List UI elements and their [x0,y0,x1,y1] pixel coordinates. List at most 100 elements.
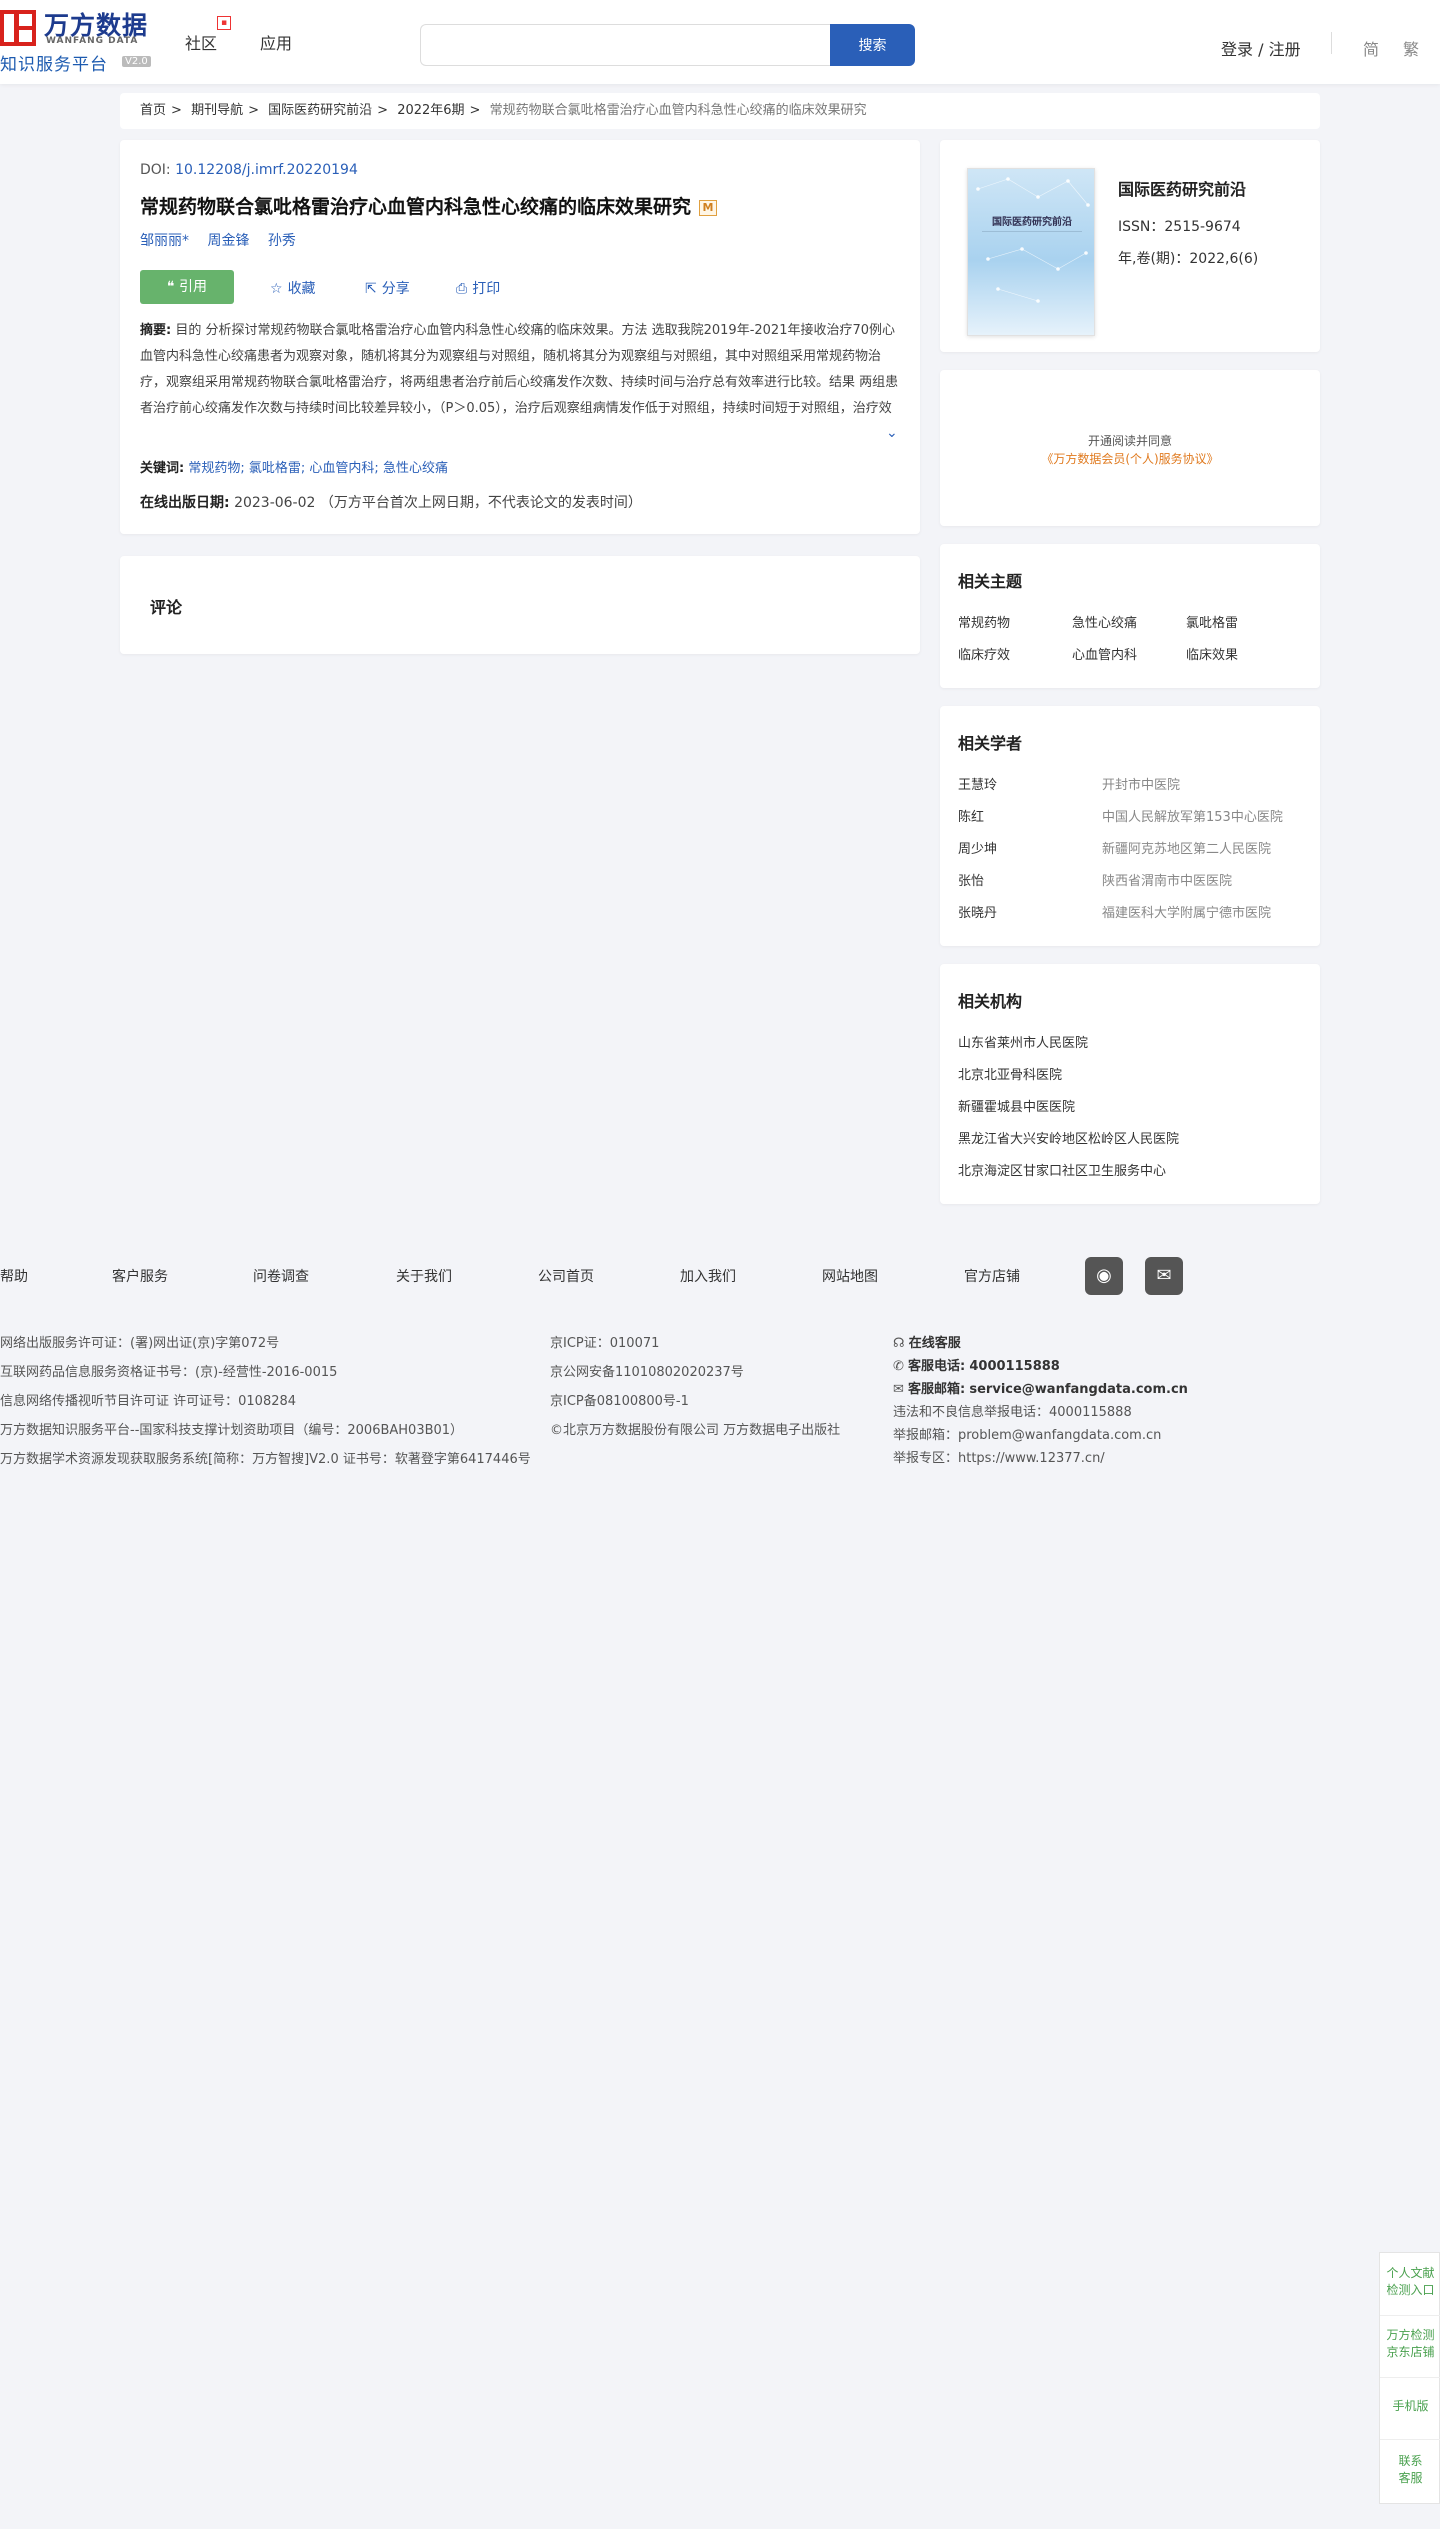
topic-link[interactable]: 临床效果 [1186,644,1238,663]
print-button[interactable]: ⎙ 打印 [456,278,500,298]
keyword-link[interactable]: 氯吡格雷 [249,461,301,476]
jd-shop-link[interactable]: 万方检测 京东店铺 [1380,2327,1440,2361]
footer-survey-link[interactable]: 问卷调查 [253,1266,309,1286]
star-icon: ☆ [270,281,283,297]
online-service-link[interactable]: ☊ 在线客服 [893,1332,961,1351]
expand-chevron-icon[interactable]: ⌄ [886,425,898,441]
footer-help-link[interactable]: 帮助 [0,1266,28,1286]
platform-name: 知识服务平台 [0,55,108,75]
footer-copyright: ©北京万方数据股份有限公司 万方数据电子出版社 [550,1423,841,1438]
topic-link[interactable]: 心血管内科 [1072,644,1137,663]
nav-apps[interactable]: 应用 [260,30,292,54]
topic-link[interactable]: 氯吡格雷 [1186,612,1238,631]
top-header: 万方数据 WANFANG DATA 知识服务平台 V2.0 社区 ▪ 应用 搜索… [0,0,1440,84]
search-button[interactable]: 搜索 [830,24,915,66]
login-register-link[interactable]: 登录 / 注册 [1221,36,1301,60]
org-link[interactable]: 山东省莱州市人民医院 [958,1032,1088,1051]
contact-service-link[interactable]: 联系 客服 [1380,2453,1440,2487]
topic-link[interactable]: 临床疗效 [958,644,1010,663]
medline-icon: M [699,199,718,216]
report-email: 举报邮箱：problem@wanfangdata.com.cn [893,1428,1162,1443]
breadcrumb-current: 常规药物联合氯吡格雷治疗心血管内科急性心绞痛的临床效果研究 [489,103,867,118]
side-float-divider [1380,2439,1440,2440]
scholar-org: 开封市中医院 [1102,778,1181,793]
related-topics-card: 相关主题 常规药物 急性心绞痛 氯吡格雷 临床疗效 心血管内科 临床效果 [940,544,1320,688]
org-link[interactable]: 新疆霍城县中医医院 [958,1096,1075,1115]
pubdate-note: （万方平台首次上网日期，不代表论文的发表时间） [319,495,642,511]
journal-volume: 年,卷(期)：2022,6(6) [1118,251,1259,267]
org-link[interactable]: 北京北亚骨科医院 [958,1064,1062,1083]
scholar-name[interactable]: 王慧玲 [958,774,997,793]
related-topics-title: 相关主题 [958,572,1023,591]
breadcrumb-home[interactable]: 首页 [140,103,166,118]
keyword-link[interactable]: 急性心绞痛 [383,461,448,476]
keyword-link[interactable]: 常规药物 [188,461,240,476]
logo-en-text: WANFANG DATA [46,36,139,46]
doi-link[interactable]: 10.12208/j.imrf.20220194 [175,162,358,178]
weibo-icon[interactable]: ◉ [1085,1257,1123,1295]
scholar-name[interactable]: 张晓丹 [958,902,997,921]
personal-check-entry[interactable]: 个人文献 检测入口 [1380,2265,1440,2299]
share-button[interactable]: ⇱ 分享 [365,278,410,298]
side-float-divider [1380,2377,1440,2378]
footer-license: 万方数据知识服务平台--国家科技支撑计划资助项目（编号：2006BAH03B01… [0,1423,464,1438]
topic-link[interactable]: 急性心绞痛 [1072,612,1137,631]
journal-name[interactable]: 国际医药研究前沿 [1118,176,1246,200]
footer-sitemap-link[interactable]: 网站地图 [822,1266,878,1286]
wanfang-logo[interactable]: 万方数据 WANFANG DATA 知识服务平台 V2.0 [0,6,160,75]
footer-shop-link[interactable]: 官方店铺 [964,1266,1020,1286]
footer-about-link[interactable]: 关于我们 [396,1266,452,1286]
cite-label: 引用 [178,279,207,295]
cite-button[interactable]: ❝ 引用 [140,270,234,304]
breadcrumb-issue[interactable]: 2022年6期 [397,103,464,118]
author-link[interactable]: 邹丽丽* [140,233,189,249]
breadcrumb: 首页 > 期刊导航 > 国际医药研究前沿 > 2022年6期 > 常规药物联合氯吡格雷治… [120,93,1320,129]
breadcrumb-journals[interactable]: 期刊导航 [191,103,243,118]
scholar-name[interactable]: 陈红 [958,806,984,825]
keyword-link[interactable]: 心血管内科 [309,461,374,476]
doi-label: DOI: [140,162,171,178]
scholar-name[interactable]: 周少坤 [958,838,997,857]
author-list: 邹丽丽* 周金锋 孙秀 [140,230,310,250]
search-input[interactable] [420,24,830,66]
scholar-name[interactable]: 张怡 [958,870,984,889]
wechat-icon[interactable]: ✉ [1145,1257,1183,1295]
article-title-text: 常规药物联合氯吡格雷治疗心血管内科急性心绞痛的临床效果研究 [140,196,692,218]
footer-customer-service-link[interactable]: 客户服务 [112,1266,168,1286]
report-site[interactable]: 举报专区：https://www.12377.cn/ [893,1447,1105,1466]
related-scholars-title: 相关学者 [958,734,1023,753]
lang-simplified-toggle[interactable]: 简 [1363,36,1379,60]
footer-company-link[interactable]: 公司首页 [538,1266,594,1286]
community-new-icon: ▪ [217,16,231,30]
footer-license: 信息网络传播视听节目许可证 许可证号：0108284 [0,1394,297,1409]
breadcrumb-journal[interactable]: 国际医药研究前沿 [268,103,372,118]
related-scholars-card: 相关学者 王慧玲 开封市中医院 陈红 中国人民解放军第153中心医院 周少坤 新… [940,706,1320,946]
org-link[interactable]: 北京海淀区甘家口社区卫生服务中心 [958,1160,1166,1179]
printer-icon: ⎙ [456,281,468,297]
journal-card: 国际医药研究前沿 国际医药研究前沿 ISSN：2515-9674 年,卷(期)：… [940,140,1320,352]
scholar-org: 福建医科大学附属宁德市医院 [1102,906,1272,921]
scholar-org: 陕西省渭南市中医医院 [1102,874,1233,889]
nav-community[interactable]: 社区 [185,30,217,54]
favorite-button[interactable]: ☆ 收藏 [270,278,316,298]
favorite-label: 收藏 [287,281,316,297]
org-link[interactable]: 黑龙江省大兴安岭地区松岭区人民医院 [958,1128,1179,1147]
article-card: DOI: 10.12208/j.imrf.20220194 常规药物联合氯吡格雷… [120,140,920,534]
author-link[interactable]: 孙秀 [268,233,296,249]
author-link[interactable]: 周金锋 [207,233,249,249]
footer-join-link[interactable]: 加入我们 [680,1266,736,1286]
footer-license: 网络出版服务许可证：(署)网出证(京)字第072号 [0,1336,280,1351]
topic-link[interactable]: 常规药物 [958,612,1010,631]
journal-issn: ISSN：2515-9674 [1118,219,1241,235]
journal-cover[interactable]: 国际医药研究前沿 [967,168,1095,336]
pubdate-value: 2023-06-02 [234,495,316,511]
service-phone: ✆ 客服电话: 4000115888 [893,1359,1060,1374]
lang-traditional-toggle[interactable]: 繁 [1403,36,1419,60]
footer-license: 互联网药品信息服务资格证书号：(京)-经营性-2016-0015 [0,1365,338,1380]
keywords-label: 关键词: [140,461,185,476]
service-email: ✉ 客服邮箱: service@wanfangdata.com.cn [893,1382,1188,1397]
phone-icon: ✆ [893,1359,909,1374]
agreement-link[interactable]: 《万方数据会员(个人)服务协议》 [940,450,1320,467]
mobile-version-link[interactable]: 手机版 [1380,2398,1440,2415]
pubdate-label: 在线出版日期: [140,495,230,511]
